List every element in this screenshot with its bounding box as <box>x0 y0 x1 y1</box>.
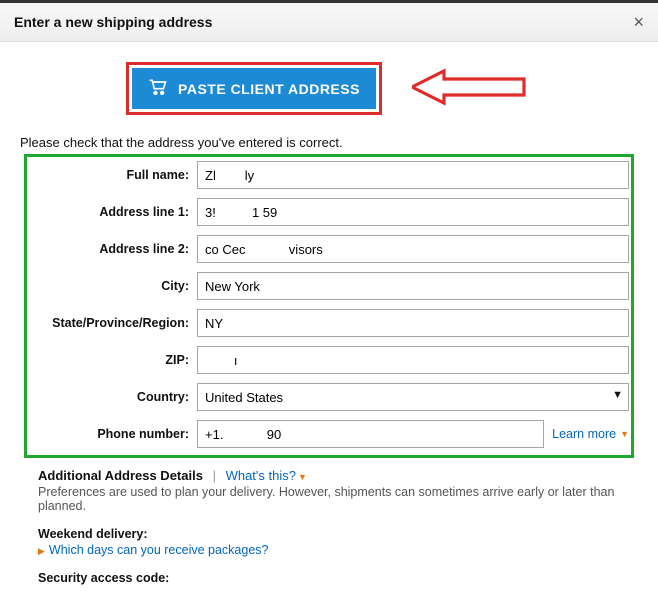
paste-highlight-box: PASTE CLIENT ADDRESS <box>126 62 382 115</box>
learn-more-label: Learn more <box>552 427 616 441</box>
paste-button-label: PASTE CLIENT ADDRESS <box>178 81 360 97</box>
phone-row: Phone number: Learn more ▼ <box>29 420 629 448</box>
full-name-row: Full name: <box>29 161 629 189</box>
close-icon[interactable]: × <box>633 13 644 31</box>
paste-row: PASTE CLIENT ADDRESS <box>20 62 638 115</box>
zip-label: ZIP: <box>29 353 197 367</box>
address-line-2-row: Address line 2: <box>29 235 629 263</box>
shipping-address-dialog: Enter a new shipping address × PASTE CLI… <box>0 0 658 591</box>
country-row: Country: ▼ <box>29 383 629 411</box>
city-row: City: <box>29 272 629 300</box>
dialog-header: Enter a new shipping address × <box>0 3 658 42</box>
dialog-title: Enter a new shipping address <box>14 14 212 30</box>
callout-arrow-icon <box>412 66 532 111</box>
address-line-1-label: Address line 1: <box>29 205 197 219</box>
additional-details-heading: Additional Address Details <box>38 468 203 483</box>
separator: | <box>213 468 216 483</box>
weekend-link-label: Which days can you receive packages? <box>49 543 269 557</box>
full-name-input[interactable] <box>197 161 629 189</box>
security-access-code-label: Security access code: <box>38 571 630 591</box>
state-label: State/Province/Region: <box>29 316 197 330</box>
additional-details-section: Additional Address Details | What's this… <box>38 468 630 591</box>
weekend-delivery-label: Weekend delivery: <box>38 527 630 541</box>
additional-details-description: Preferences are used to plan your delive… <box>38 485 630 513</box>
whats-this-link[interactable]: What's this?▼ <box>226 468 307 483</box>
instruction-text: Please check that the address you've ent… <box>20 135 638 150</box>
dialog-content: PASTE CLIENT ADDRESS Please check that t… <box>0 42 658 591</box>
zip-input[interactable] <box>197 346 629 374</box>
popover-icon: ▼ <box>298 472 307 482</box>
address-line-1-input[interactable] <box>197 198 629 226</box>
paste-client-address-button[interactable]: PASTE CLIENT ADDRESS <box>132 68 376 109</box>
address-line-2-label: Address line 2: <box>29 242 197 256</box>
state-row: State/Province/Region: <box>29 309 629 337</box>
city-input[interactable] <box>197 272 629 300</box>
address-fields-highlight-box: Full name: Address line 1: Address line … <box>24 154 634 458</box>
cart-icon <box>148 78 168 99</box>
address-line-2-input[interactable] <box>197 235 629 263</box>
address-line-1-row: Address line 1: <box>29 198 629 226</box>
zip-row: ZIP: <box>29 346 629 374</box>
popover-icon: ▼ <box>620 429 629 439</box>
additional-details-header: Additional Address Details | What's this… <box>38 468 630 483</box>
state-input[interactable] <box>197 309 629 337</box>
country-select[interactable] <box>197 383 629 411</box>
whats-this-label: What's this? <box>226 468 296 483</box>
phone-learn-more-link[interactable]: Learn more ▼ <box>552 427 629 441</box>
full-name-label: Full name: <box>29 168 197 182</box>
weekend-delivery-link[interactable]: ▶ Which days can you receive packages? <box>38 543 630 557</box>
phone-label: Phone number: <box>29 427 197 441</box>
triangle-right-icon: ▶ <box>38 546 45 556</box>
city-label: City: <box>29 279 197 293</box>
phone-input[interactable] <box>197 420 544 448</box>
country-label: Country: <box>29 390 197 404</box>
